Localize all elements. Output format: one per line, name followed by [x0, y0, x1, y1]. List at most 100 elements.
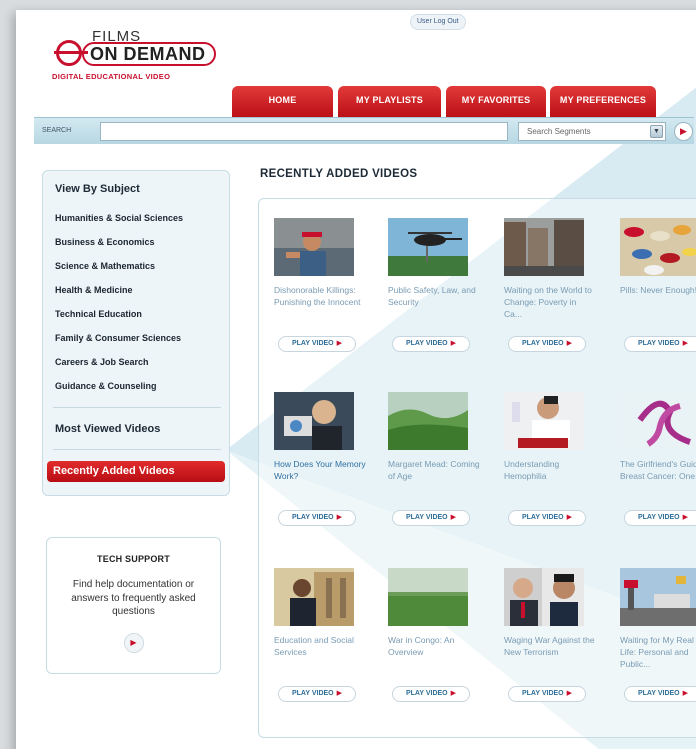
- video-card: Dishonorable Killings: Punishing the Inn…: [274, 218, 382, 378]
- sidebar-title: View By Subject: [55, 183, 140, 195]
- logo[interactable]: FILMS ON DEMAND DIGITAL EDUCATIONAL VIDE…: [52, 26, 222, 86]
- play-arrow-icon: ▶: [682, 340, 689, 347]
- page: FILMS ON DEMAND DIGITAL EDUCATIONAL VIDE…: [16, 10, 696, 749]
- play-video-label: PLAY VIDEO: [637, 690, 680, 697]
- play-arrow-icon: ▶: [680, 126, 687, 136]
- tech-support-description: Find help documentation or answers to fr…: [71, 579, 196, 617]
- logo-tagline: DIGITAL EDUCATIONAL VIDEO: [52, 72, 171, 81]
- video-card: Margaret Mead: Coming of Age PLAY VIDEO ▶: [388, 392, 496, 552]
- search-scope-value: Search Segments: [527, 127, 591, 136]
- video-card: Pills: Never Enough! PLAY VIDEO ▶: [620, 218, 696, 378]
- video-title[interactable]: Waging War Against the New Terrorism: [504, 634, 596, 658]
- tab-home[interactable]: HOME: [232, 86, 333, 119]
- search-go-button[interactable]: ▶: [674, 122, 693, 141]
- video-title[interactable]: Dishonorable Killings: Punishing the Inn…: [274, 284, 366, 308]
- play-video-label: PLAY VIDEO: [291, 340, 334, 347]
- subject-list: Humanities & Social Sciences Business & …: [55, 213, 183, 405]
- play-video-label: PLAY VIDEO: [521, 690, 564, 697]
- play-video-button[interactable]: PLAY VIDEO ▶: [624, 336, 696, 352]
- video-title[interactable]: Margaret Mead: Coming of Age: [388, 458, 480, 482]
- play-video-button[interactable]: PLAY VIDEO ▶: [508, 510, 586, 526]
- video-thumbnail[interactable]: [504, 568, 584, 626]
- tab-my-preferences[interactable]: MY PREFERENCES: [550, 86, 656, 119]
- subject-item-humanities[interactable]: Humanities & Social Sciences: [55, 213, 183, 237]
- video-thumbnail[interactable]: [620, 218, 696, 276]
- video-thumbnail[interactable]: [388, 218, 468, 276]
- video-title[interactable]: How Does Your Memory Work?: [274, 458, 366, 482]
- play-video-button[interactable]: PLAY VIDEO ▶: [278, 336, 356, 352]
- video-title[interactable]: Public Safety, Law, and Security: [388, 284, 480, 308]
- video-card: Waging War Against the New Terrorism PLA…: [504, 568, 612, 728]
- video-thumbnail[interactable]: [504, 218, 584, 276]
- recently-added-link[interactable]: Recently Added Videos: [47, 461, 225, 482]
- play-arrow-icon: ▶: [336, 690, 343, 697]
- search-scope-select[interactable]: Search Segments ▼: [518, 122, 666, 141]
- video-title[interactable]: War in Congo: An Overview: [388, 634, 480, 658]
- play-video-button[interactable]: PLAY VIDEO ▶: [392, 686, 470, 702]
- video-card: Education and Social Services PLAY VIDEO…: [274, 568, 382, 728]
- video-card: The Girlfriend's Guide to Breast Cancer:…: [620, 392, 696, 552]
- video-thumbnail[interactable]: [274, 392, 354, 450]
- logo-on-demand-text: ON DEMAND: [82, 42, 216, 66]
- play-video-button[interactable]: PLAY VIDEO ▶: [392, 336, 470, 352]
- video-title[interactable]: The Girlfriend's Guide to Breast Cancer:…: [620, 458, 696, 482]
- play-video-button[interactable]: PLAY VIDEO ▶: [508, 336, 586, 352]
- tab-my-favorites[interactable]: MY FAVORITES: [446, 86, 546, 119]
- play-arrow-icon: ▶: [336, 514, 343, 521]
- play-video-button[interactable]: PLAY VIDEO ▶: [278, 510, 356, 526]
- video-thumbnail[interactable]: [274, 568, 354, 626]
- tech-support-button[interactable]: ▶: [123, 632, 144, 653]
- video-title[interactable]: Waiting on the World to Change: Poverty …: [504, 284, 596, 320]
- video-card: Understanding Hemophilia PLAY VIDEO ▶: [504, 392, 612, 552]
- tab-my-playlists[interactable]: MY PLAYLISTS: [338, 86, 441, 119]
- play-arrow-icon: ▶: [566, 514, 573, 521]
- play-video-button[interactable]: PLAY VIDEO ▶: [624, 686, 696, 702]
- chevron-down-icon[interactable]: ▼: [650, 125, 663, 138]
- play-arrow-icon: ▶: [336, 340, 343, 347]
- video-thumbnail[interactable]: [620, 568, 696, 626]
- subject-item-technical[interactable]: Technical Education: [55, 309, 183, 333]
- subject-item-business[interactable]: Business & Economics: [55, 237, 183, 261]
- video-thumbnail[interactable]: [620, 392, 696, 450]
- video-title[interactable]: Education and Social Services: [274, 634, 366, 658]
- subject-item-health[interactable]: Health & Medicine: [55, 285, 183, 309]
- tech-support-title: TECH SUPPORT: [97, 554, 170, 564]
- video-thumbnail[interactable]: [504, 392, 584, 450]
- play-video-button[interactable]: PLAY VIDEO ▶: [624, 510, 696, 526]
- play-video-button[interactable]: PLAY VIDEO ▶: [278, 686, 356, 702]
- play-arrow-icon: ▶: [566, 690, 573, 697]
- play-video-label: PLAY VIDEO: [521, 340, 564, 347]
- sidebar-divider: [53, 449, 221, 450]
- subject-item-guidance[interactable]: Guidance & Counseling: [55, 381, 183, 405]
- play-video-button[interactable]: PLAY VIDEO ▶: [392, 510, 470, 526]
- search-input[interactable]: [100, 122, 508, 141]
- play-arrow-icon: ▶: [450, 514, 457, 521]
- play-video-label: PLAY VIDEO: [291, 690, 334, 697]
- play-video-label: PLAY VIDEO: [521, 514, 564, 521]
- video-thumbnail[interactable]: [388, 568, 468, 626]
- most-viewed-link[interactable]: Most Viewed Videos: [55, 423, 160, 435]
- play-video-label: PLAY VIDEO: [405, 340, 448, 347]
- tech-support-panel: TECH SUPPORT Find help documentation or …: [46, 537, 221, 674]
- search-label: SEARCH: [42, 127, 72, 134]
- play-arrow-icon: ▶: [450, 690, 457, 697]
- video-thumbnail[interactable]: [274, 218, 354, 276]
- subject-sidebar: View By Subject Humanities & Social Scie…: [42, 170, 230, 496]
- sidebar-divider: [53, 407, 221, 408]
- subject-item-careers[interactable]: Careers & Job Search: [55, 357, 183, 381]
- video-card: Public Safety, Law, and Security PLAY VI…: [388, 218, 496, 378]
- video-thumbnail[interactable]: [388, 392, 468, 450]
- video-title[interactable]: Waiting for My Real Life: Personal and P…: [620, 634, 696, 670]
- video-card: War in Congo: An Overview PLAY VIDEO ▶: [388, 568, 496, 728]
- play-video-label: PLAY VIDEO: [405, 514, 448, 521]
- subject-item-science[interactable]: Science & Mathematics: [55, 261, 183, 285]
- play-video-button[interactable]: PLAY VIDEO ▶: [508, 686, 586, 702]
- subject-item-family[interactable]: Family & Consumer Sciences: [55, 333, 183, 357]
- play-arrow-icon: ▶: [450, 340, 457, 347]
- play-arrow-icon: ▶: [566, 340, 573, 347]
- video-title[interactable]: Pills: Never Enough!: [620, 284, 696, 296]
- search-bar: SEARCH Search Segments ▼ ▶: [34, 117, 694, 144]
- video-card: How Does Your Memory Work? PLAY VIDEO ▶: [274, 392, 382, 552]
- user-logout-link[interactable]: User Log Out: [410, 14, 466, 30]
- video-title[interactable]: Understanding Hemophilia: [504, 458, 596, 482]
